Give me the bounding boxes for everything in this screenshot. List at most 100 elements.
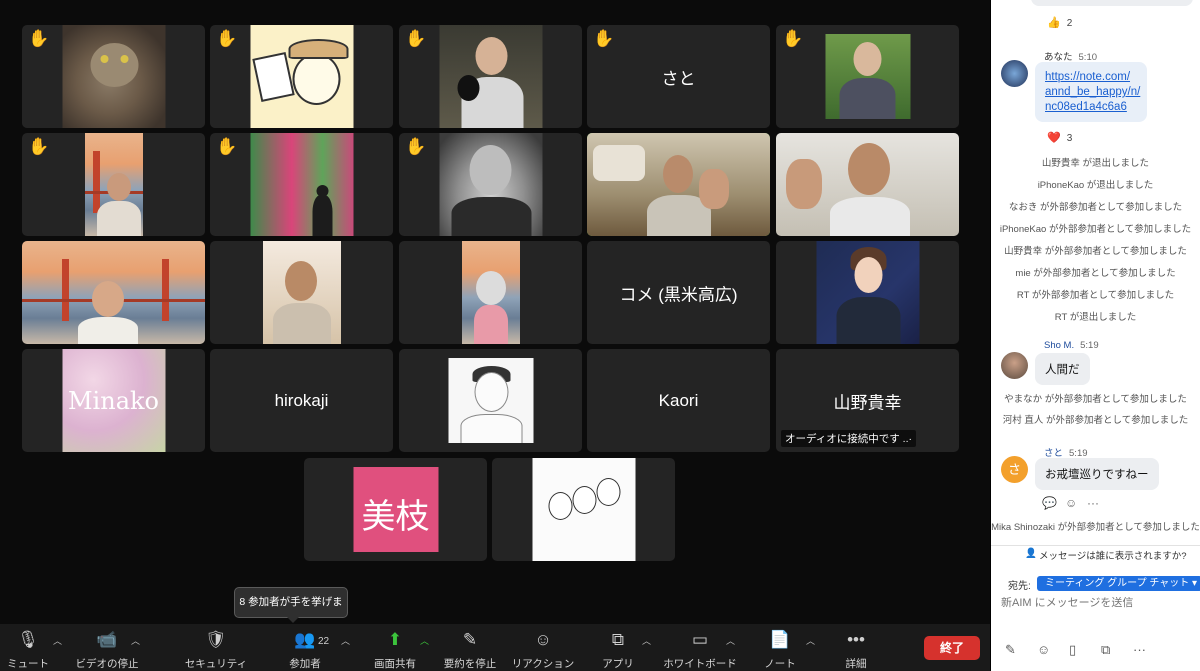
avatar-self <box>1001 60 1028 87</box>
video-tile-22[interactable] <box>492 458 675 561</box>
audio-connecting-status: オーディオに接続中です ..· <box>781 430 917 447</box>
more-dots-icon[interactable]: ··· <box>1087 496 1099 510</box>
raised-hand-icon: ✋ <box>28 29 50 48</box>
video-tile-6[interactable]: ✋ <box>22 133 205 236</box>
more-button[interactable]: ••• 詳細 <box>836 624 876 671</box>
notes-button[interactable]: 📄 ノート <box>760 624 800 671</box>
system-message: RT が退出しました <box>1054 312 1137 323</box>
chevron-up-icon[interactable]: ︿ <box>131 634 140 647</box>
participants-button[interactable]: 👥 参加者 <box>284 624 326 671</box>
chevron-up-icon[interactable]: ︿ <box>806 634 815 647</box>
stop-summary-button[interactable]: ✎ 要約を停止 <box>442 624 498 671</box>
add-reaction-icon[interactable]: ☺ <box>1065 496 1077 510</box>
chevron-up-icon[interactable]: ︿ <box>420 634 429 647</box>
system-message: mie が外部参加者として参加しました <box>1015 268 1176 279</box>
participant-video-waving <box>776 133 959 236</box>
chevron-up-icon[interactable]: ︿ <box>726 634 735 647</box>
video-tile-11[interactable] <box>22 241 205 344</box>
system-message: 河村 直人 が外部参加者として参加しました <box>1002 415 1189 426</box>
shield-icon: 🛡 <box>205 630 227 649</box>
security-button[interactable]: 🛡 セキュリティ <box>184 624 248 671</box>
video-tile-5[interactable]: ✋ <box>776 25 959 128</box>
recipient-row: 宛先: ミーティング グループ チャット ▾ <box>991 574 1200 592</box>
chevron-up-icon[interactable]: ︿ <box>53 634 62 647</box>
divider <box>991 545 1200 546</box>
system-message: iPhoneKao が外部参加者として参加しました <box>999 224 1192 235</box>
raised-hand-icon: ✋ <box>216 137 238 156</box>
video-tile-8[interactable]: ✋ <box>399 133 582 236</box>
video-tile-7[interactable]: ✋ <box>210 133 393 236</box>
apps-icon: ⧉ <box>611 630 625 649</box>
share-screen-button[interactable]: ⬆ 画面共有 <box>372 624 418 671</box>
raised-hand-icon: ✋ <box>405 137 427 156</box>
reactions-button[interactable]: ☺ リアクション <box>510 624 576 671</box>
participant-name: 山野貴幸 <box>833 393 902 412</box>
video-tile-18[interactable] <box>399 349 582 452</box>
reply-icon[interactable]: 💬 <box>1042 496 1057 510</box>
video-tile-10[interactable] <box>776 133 959 236</box>
file-icon[interactable]: ▯ <box>1069 642 1076 658</box>
emoji-icon[interactable]: ☺ <box>1037 642 1050 657</box>
participant-name: さと <box>661 69 696 88</box>
video-tile-kome[interactable]: コメ (黒米高広) <box>587 241 770 344</box>
participant-photo-bw <box>439 133 542 236</box>
person-icon: 👤 <box>1025 548 1037 559</box>
recipient-label: 宛先: <box>1008 581 1031 592</box>
reaction-heart[interactable]: ❤️ 3 <box>1047 131 1072 144</box>
video-tile-12[interactable] <box>210 241 393 344</box>
video-tile-15[interactable] <box>776 241 959 344</box>
video-tile-3[interactable]: ✋ <box>399 25 582 128</box>
raised-hands-tooltip: 8 参加者が手を挙げました <box>234 587 348 637</box>
participant-photo <box>262 241 341 344</box>
apps-button[interactable]: ⧉ アプリ <box>600 624 636 671</box>
participant-video-man-with-cat <box>439 25 542 128</box>
message-bubble: お戒壇巡りですねー <box>1035 458 1159 490</box>
end-meeting-button[interactable]: 終了 <box>924 636 980 660</box>
system-message: なおき が外部参加者として参加しました <box>1008 202 1183 213</box>
raised-hand-icon: ✋ <box>28 137 50 156</box>
participant-avatar-illustration <box>250 25 353 128</box>
participant-video-bridge-bg <box>22 241 205 344</box>
recipient-select[interactable]: ミーティング グループ チャット ▾ <box>1037 576 1200 591</box>
video-tile-hirokaji[interactable]: hirokaji <box>210 349 393 452</box>
message-link[interactable]: https://note.com/ annd_be_happy/n/ nc08e… <box>1045 70 1140 115</box>
video-tile-2[interactable]: ✋ <box>210 25 393 128</box>
participant-name: コメ (黒米高広) <box>619 285 738 304</box>
video-tile-yoshie[interactable]: 美枝 <box>304 458 487 561</box>
more-dots-icon[interactable]: ··· <box>1133 642 1146 657</box>
participant-avatar-minako: Minako <box>62 349 165 452</box>
format-icon[interactable]: ✎ <box>1005 642 1016 658</box>
chat-panel: 👍 2 あなた 5:10 https://note.com/ annd_be_hap… <box>991 0 1200 671</box>
summary-icon: ✎ <box>462 630 478 649</box>
video-tile-yamano[interactable]: 山野貴幸 オーディオに接続中です ..· <box>776 349 959 452</box>
participant-avatar-yoshie: 美枝 <box>353 467 438 552</box>
participant-avatar-sketch <box>448 358 533 443</box>
mute-button[interactable]: 🎙 ミュート <box>6 624 50 671</box>
more-dots-icon: ••• <box>847 630 865 649</box>
participant-video-character <box>461 241 520 344</box>
chevron-up-icon[interactable]: ︿ <box>341 634 350 647</box>
video-tile-kaori[interactable]: Kaori <box>587 349 770 452</box>
raised-hand-icon: ✋ <box>782 29 804 48</box>
video-tile-active-speaker[interactable] <box>587 133 770 236</box>
participant-video-active <box>587 133 770 236</box>
chat-message-input[interactable] <box>1001 597 1196 609</box>
notes-icon: 📄 <box>769 630 791 649</box>
message-visibility-link[interactable]: 👤 メッセージは誰に表示されますか? <box>991 548 1200 562</box>
raised-hand-icon: ✋ <box>216 29 238 48</box>
previous-message-bubble <box>1031 0 1193 6</box>
video-tile-minako[interactable]: Minako <box>22 349 205 452</box>
system-message: RT が外部参加者として参加しました <box>1016 290 1175 301</box>
reaction-thumbs-up[interactable]: 👍 2 <box>1047 16 1072 29</box>
video-tile-sato[interactable]: ✋ さと <box>587 25 770 128</box>
chevron-up-icon[interactable]: ︿ <box>642 634 651 647</box>
minako-label: Minako <box>67 387 159 415</box>
message-sender: あなた 5:10 <box>1044 52 1098 63</box>
stop-video-button[interactable]: 📹 ビデオの停止 <box>74 624 140 671</box>
video-tile-1[interactable]: ✋ <box>22 25 205 128</box>
participant-avatar-drawing <box>532 458 635 561</box>
screenshot-icon[interactable]: ⧉ <box>1101 642 1110 658</box>
video-tile-13[interactable] <box>399 241 582 344</box>
participant-avatar-anime <box>816 241 919 344</box>
whiteboard-button[interactable]: ▭ ホワイトボード <box>662 624 738 671</box>
